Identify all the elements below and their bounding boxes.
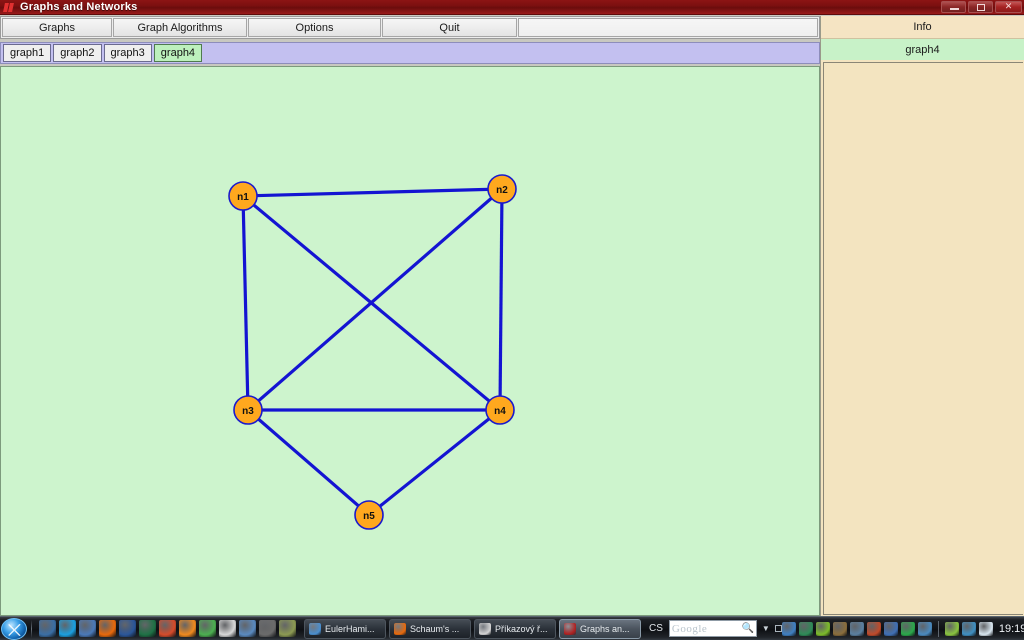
close-button[interactable]: ✕ bbox=[995, 1, 1022, 13]
tray-colors-icon[interactable] bbox=[815, 621, 830, 636]
tab-graph4[interactable]: graph4 bbox=[153, 44, 203, 62]
taskbar-button[interactable]: EulerHami... bbox=[304, 618, 386, 639]
tab-graph1[interactable]: graph1 bbox=[3, 44, 52, 62]
graph-node-n1[interactable]: n1 bbox=[228, 181, 258, 211]
info-panel: Info graph4 bbox=[820, 16, 1024, 616]
maximize-button[interactable] bbox=[968, 1, 993, 13]
graph-node-label: n1 bbox=[237, 192, 249, 203]
tray-globe-icon[interactable] bbox=[798, 621, 813, 636]
taskbar-separator bbox=[31, 619, 32, 638]
taskbar-button[interactable]: Graphs an... bbox=[559, 618, 641, 639]
ql-media-player-icon[interactable] bbox=[179, 620, 196, 637]
taskbar-button-icon bbox=[394, 622, 406, 635]
tray-battery-icon[interactable] bbox=[944, 621, 959, 636]
app-icon bbox=[2, 1, 16, 14]
info-panel-header: Info bbox=[821, 16, 1024, 39]
tray-volume-mute-icon[interactable] bbox=[866, 621, 881, 636]
graph-node-label: n4 bbox=[494, 406, 506, 417]
taskbar-button-label: Příkazový ř... bbox=[495, 623, 548, 634]
tray-monitor-icon[interactable] bbox=[849, 621, 864, 636]
taskbar-button[interactable]: Schaum's ... bbox=[389, 618, 471, 639]
ql-internet-explorer-icon[interactable] bbox=[59, 620, 76, 637]
taskbar: EulerHami... Schaum's ... Příkazový ř... Gr… bbox=[0, 616, 1024, 640]
taskbar-button-label: Schaum's ... bbox=[410, 623, 460, 634]
graph-edge-n1-n3[interactable] bbox=[241, 195, 250, 411]
ql-firefox-icon[interactable] bbox=[99, 620, 116, 637]
tray-storage-icon[interactable] bbox=[917, 621, 932, 636]
menu-quit[interactable]: Quit bbox=[382, 18, 517, 37]
ql-word-icon[interactable] bbox=[119, 620, 136, 637]
tray-icon-group-2 bbox=[944, 621, 993, 636]
menu-graph-algorithms[interactable]: Graph Algorithms bbox=[113, 18, 247, 37]
ql-chrome-icon[interactable] bbox=[199, 620, 216, 637]
language-indicator[interactable]: CS bbox=[649, 623, 663, 634]
tray-separator bbox=[937, 620, 939, 637]
minimize-button[interactable] bbox=[941, 1, 966, 13]
menu-bar-filler bbox=[518, 18, 818, 37]
taskbar-button[interactable]: Příkazový ř... bbox=[474, 618, 556, 639]
ql-remote-desktop-icon[interactable] bbox=[239, 620, 256, 637]
tray-safety-icon[interactable] bbox=[832, 621, 847, 636]
graph-node-label: n2 bbox=[496, 185, 508, 196]
taskbar-button-icon bbox=[564, 622, 576, 635]
taskbar-button-label: EulerHami... bbox=[325, 623, 375, 634]
tab-graph3[interactable]: graph3 bbox=[103, 44, 152, 62]
graph-node-n4[interactable]: n4 bbox=[485, 395, 515, 425]
ql-excel-icon[interactable] bbox=[139, 620, 156, 637]
menu-graphs[interactable]: Graphs bbox=[2, 18, 112, 37]
taskbar-button-icon bbox=[309, 622, 321, 635]
tab-graph2[interactable]: graph2 bbox=[53, 44, 102, 62]
taskbar-button-label: Graphs an... bbox=[580, 623, 630, 634]
ql-show-desktop-icon[interactable] bbox=[39, 620, 56, 637]
ql-windows-explorer-icon[interactable] bbox=[79, 620, 96, 637]
tray-app-icon[interactable] bbox=[883, 621, 898, 636]
graph-edge-n3-n5[interactable] bbox=[246, 408, 371, 517]
graph-node-label: n3 bbox=[242, 406, 254, 417]
graph-tab-bar: graph1 graph2 graph3 graph4 bbox=[0, 42, 820, 64]
graph-node-label: n5 bbox=[363, 511, 375, 522]
window-controls: ✕ bbox=[941, 1, 1022, 13]
ql-disabled-icon[interactable] bbox=[259, 620, 276, 637]
menu-bar: Graphs Graph Algorithms Options Quit bbox=[0, 16, 820, 39]
graph-edge-n2-n4[interactable] bbox=[498, 188, 504, 411]
graph-edge-n2-n3[interactable] bbox=[246, 187, 504, 412]
graph-node-n3[interactable]: n3 bbox=[233, 395, 263, 425]
taskbar-clock[interactable]: 19:19 bbox=[996, 623, 1024, 635]
graph-edge-n1-n2[interactable] bbox=[242, 187, 503, 198]
ql-picture-viewer-icon[interactable] bbox=[159, 620, 176, 637]
desktop-root: Graphs and Networks ✕ Graphs Graph Algor… bbox=[0, 0, 1024, 640]
quick-launch-bar bbox=[36, 620, 296, 637]
graph-node-n5[interactable]: n5 bbox=[354, 500, 384, 530]
info-panel-selected-graph: graph4 bbox=[821, 39, 1024, 60]
graph-drawing: n1 n2 n3 n4 n5 bbox=[228, 174, 517, 530]
search-options-icon[interactable] bbox=[774, 625, 782, 632]
menu-options[interactable]: Options bbox=[248, 18, 381, 37]
tray-icon-group bbox=[781, 621, 932, 636]
graph-node-n2[interactable]: n2 bbox=[487, 174, 517, 204]
chevron-down-icon[interactable]: ▼ bbox=[762, 624, 770, 633]
tray-speaker-icon[interactable] bbox=[978, 621, 993, 636]
tray-network-icon[interactable] bbox=[781, 621, 796, 636]
close-icon: ✕ bbox=[1004, 2, 1013, 12]
ql-command-prompt-icon[interactable] bbox=[219, 620, 236, 637]
taskbar-button-icon bbox=[479, 622, 491, 635]
magnifier-icon[interactable]: 🔍 bbox=[741, 623, 753, 634]
graph-canvas[interactable]: n1 n2 n3 n4 n5 bbox=[0, 66, 820, 616]
window-titlebar: Graphs and Networks ✕ bbox=[0, 0, 1024, 15]
info-panel-body bbox=[823, 62, 1023, 615]
taskbar-window-buttons: EulerHami... Schaum's ... Příkazový ř... Gr… bbox=[304, 618, 641, 639]
tray-network-status-icon[interactable] bbox=[961, 621, 976, 636]
start-button-icon[interactable] bbox=[1, 617, 27, 640]
graph-edge-n4-n5[interactable] bbox=[367, 408, 502, 517]
window-title: Graphs and Networks bbox=[20, 1, 138, 13]
tray-sync-icon[interactable] bbox=[900, 621, 915, 636]
system-tray: 19:19 bbox=[781, 620, 1024, 637]
search-value: Google bbox=[671, 622, 708, 635]
ql-app-icon[interactable] bbox=[279, 620, 296, 637]
search-input[interactable]: Google 🔍 bbox=[668, 620, 757, 637]
